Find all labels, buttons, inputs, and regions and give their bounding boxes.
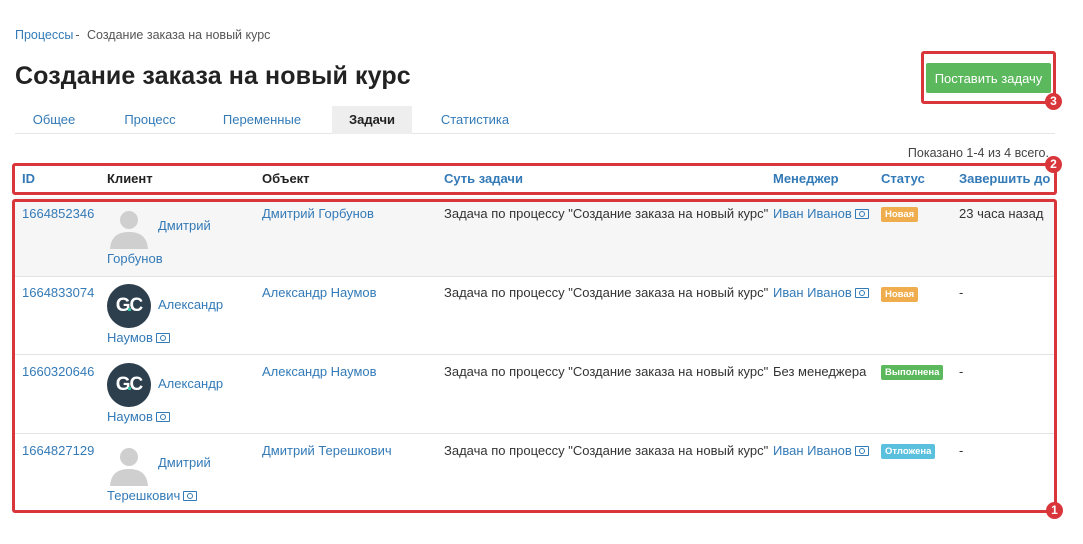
add-task-highlight: Поставить задачу [921,51,1056,104]
breadcrumb-separator: - [75,28,80,42]
column-header-id[interactable]: ID [22,171,35,186]
column-header-client: Клиент [107,171,153,186]
add-task-button[interactable]: Поставить задачу [926,63,1051,93]
table-body-highlight [12,199,1057,513]
tab-statistics[interactable]: Статистика [430,106,520,134]
column-header-task[interactable]: Суть задачи [444,171,523,186]
column-header-object: Объект [262,171,310,186]
tab-variables[interactable]: Переменные [211,106,313,134]
tab-bar: Общее Процесс Переменные Задачи Статисти… [15,106,1055,134]
column-header-manager[interactable]: Менеджер [773,171,839,186]
column-header-status[interactable]: Статус [881,171,925,186]
breadcrumb-link-processes[interactable]: Процессы [15,28,73,42]
breadcrumb-current: Создание заказа на новый курс [87,28,271,42]
annotation-marker-1: 1 [1046,502,1063,519]
column-header-due[interactable]: Завершить до [959,171,1050,186]
breadcrumb: Процессы - Создание заказа на новый курс [15,28,270,42]
tab-tasks[interactable]: Задачи [332,106,412,134]
tab-general[interactable]: Общее [15,106,93,134]
results-summary: Показано 1-4 из 4 всего. [907,146,1049,160]
tab-process[interactable]: Процесс [107,106,193,134]
page-title: Создание заказа на новый курс [15,62,411,90]
